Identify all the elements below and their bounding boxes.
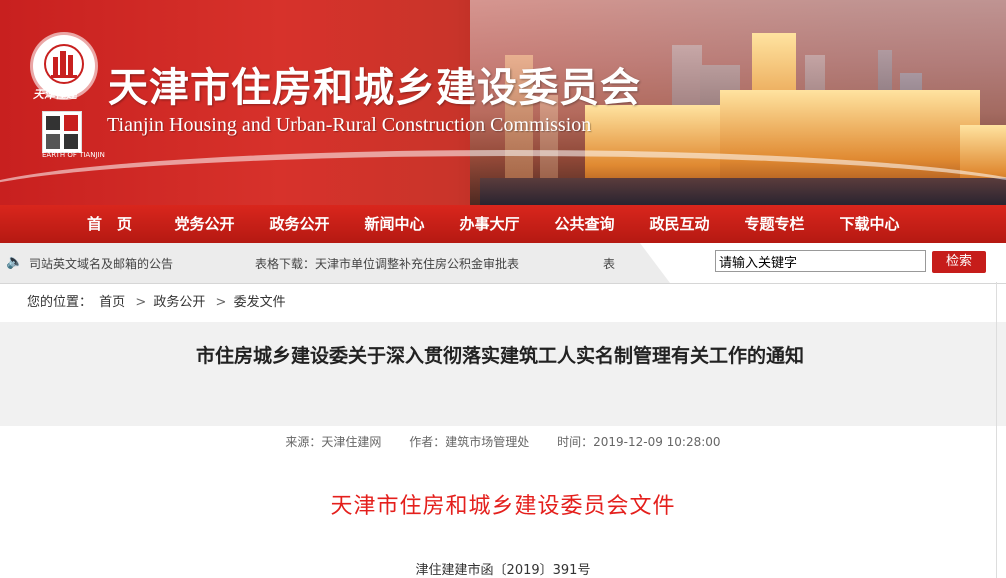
article-header <box>0 322 1006 426</box>
breadcrumb-home[interactable]: 首页 <box>99 295 125 310</box>
nav-service-hall[interactable]: 办事大厅 <box>442 205 537 243</box>
chevron-right-icon: > <box>135 295 147 310</box>
chevron-right-icon: > <box>215 295 227 310</box>
nav-public-query[interactable]: 公共查询 <box>537 205 632 243</box>
search-input[interactable] <box>715 250 926 272</box>
nav-downloads[interactable]: 下载中心 <box>822 205 917 243</box>
nav-news-center[interactable]: 新闻中心 <box>347 205 442 243</box>
article-author: 作者：建筑市场管理处 <box>409 435 530 449</box>
document-header: 天津市住房和城乡建设委员会文件 <box>330 494 676 519</box>
article-meta: 来源：天津住建网 作者：建筑市场管理处 时间：2019-12-09 10:28:… <box>0 433 1006 450</box>
emblem-caption: 天津住建 <box>33 88 77 101</box>
notice-divider <box>640 243 670 283</box>
emblem-icon <box>44 44 84 84</box>
tianjin-seal-logo <box>42 111 82 153</box>
site-subtitle: Tianjin Housing and Urban-Rural Construc… <box>107 114 592 136</box>
article-title: 市住房城乡建设委关于深入贯彻落实建筑工人实名制管理有关工作的通知 <box>195 345 804 367</box>
nav-home[interactable]: 首 页 <box>62 205 157 243</box>
site-banner: 天津住建 EARTH OF TIANJIN 天津市住房和城乡建设委员会 Tian… <box>0 0 1006 205</box>
notice-item[interactable]: 司站英文域名及邮箱的公告 <box>29 255 173 272</box>
article-time: 时间：2019-12-09 10:28:00 <box>557 435 721 449</box>
nav-interaction[interactable]: 政民互动 <box>632 205 727 243</box>
breadcrumb-government-affairs[interactable]: 政务公开 <box>153 295 205 310</box>
nav-government-affairs[interactable]: 政务公开 <box>252 205 347 243</box>
site-title: 天津市住房和城乡建设委员会 <box>108 64 641 111</box>
nav-party-affairs[interactable]: 党务公开 <box>157 205 252 243</box>
breadcrumb-prefix: 您的位置： <box>27 295 93 310</box>
content-border <box>996 282 997 578</box>
document-number: 津住建建市函〔2019〕391号 <box>415 563 591 578</box>
nav-special-topics[interactable]: 专题专栏 <box>727 205 822 243</box>
seal-icon <box>46 115 78 149</box>
notice-item[interactable]: 表 <box>603 255 615 272</box>
search-button[interactable]: 检索 <box>932 251 986 273</box>
notice-item[interactable]: 表格下载：天津市单位调整补充住房公积金审批表 <box>255 255 519 272</box>
article-source: 来源：天津住建网 <box>285 435 382 449</box>
breadcrumb-documents[interactable]: 委发文件 <box>234 295 286 310</box>
breadcrumb: 您的位置： 首页 > 政务公开 > 委发文件 <box>27 291 286 310</box>
main-nav: 首 页 党务公开 政务公开 新闻中心 办事大厅 公共查询 政民互动 专题专栏 下… <box>0 205 1006 243</box>
speaker-icon: 🔈 <box>6 254 24 270</box>
seal-caption: EARTH OF TIANJIN <box>42 151 105 159</box>
